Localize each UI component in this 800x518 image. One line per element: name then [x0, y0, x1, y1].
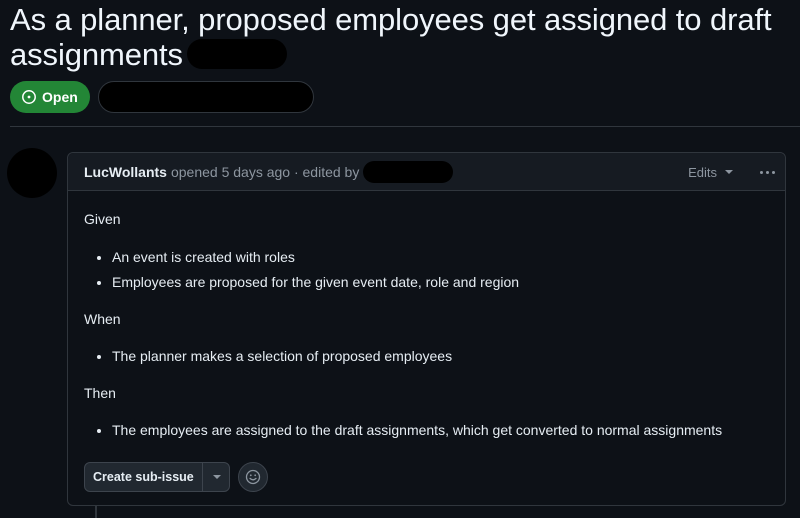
issue-body-comment: LucWollants opened 5 days ago · edited b… [67, 152, 786, 506]
list-item: Employees are proposed for the given eve… [112, 272, 769, 292]
comment-actions: Create sub-issue [84, 462, 268, 492]
when-heading: When [84, 311, 121, 327]
comment-meta: opened 5 days ago · edited by [170, 163, 360, 180]
issue-state-badge: Open [10, 81, 90, 113]
redacted-metadata [97, 81, 314, 113]
comment-header: LucWollants opened 5 days ago · edited b… [68, 153, 785, 191]
then-heading: Then [84, 385, 116, 401]
issue-state-label: Open [42, 89, 78, 105]
create-subissue-button[interactable]: Create sub-issue [85, 463, 203, 491]
list-item: An event is created with roles [112, 247, 769, 267]
triangle-down-icon [725, 170, 733, 174]
issue-title-text: As a planner, proposed employees get ass… [10, 2, 772, 72]
timeline-line [95, 505, 97, 518]
create-subissue-menu-button[interactable] [203, 463, 229, 491]
create-subissue-split-button: Create sub-issue [84, 462, 230, 492]
edits-label: Edits [688, 164, 717, 180]
author-link[interactable]: LucWollants [84, 164, 167, 180]
author-avatar[interactable] [7, 148, 57, 198]
issue-page: As a planner, proposed employees get ass… [0, 0, 800, 518]
given-heading: Given [84, 211, 121, 227]
header-divider [10, 126, 800, 127]
comment-body: Given An event is created with roles Emp… [68, 191, 785, 440]
issue-title: As a planner, proposed employees get ass… [10, 2, 800, 72]
triangle-down-icon [212, 475, 221, 479]
list-item: The employees are assigned to the draft … [112, 420, 769, 440]
given-list: An event is created with roles Employees… [84, 247, 769, 292]
list-item: The planner makes a selection of propose… [112, 346, 769, 366]
issue-state-row: Open [10, 81, 314, 113]
edits-dropdown[interactable]: Edits [688, 153, 733, 191]
redacted-editor [363, 160, 454, 183]
add-reaction-button[interactable] [237, 462, 268, 492]
when-list: The planner makes a selection of propose… [84, 346, 769, 366]
then-list: The employees are assigned to the draft … [84, 420, 769, 440]
smiley-icon [245, 469, 260, 485]
issue-opened-icon [22, 90, 36, 104]
kebab-horizontal-icon[interactable] [760, 153, 775, 191]
redacted-issue-number [186, 38, 287, 69]
